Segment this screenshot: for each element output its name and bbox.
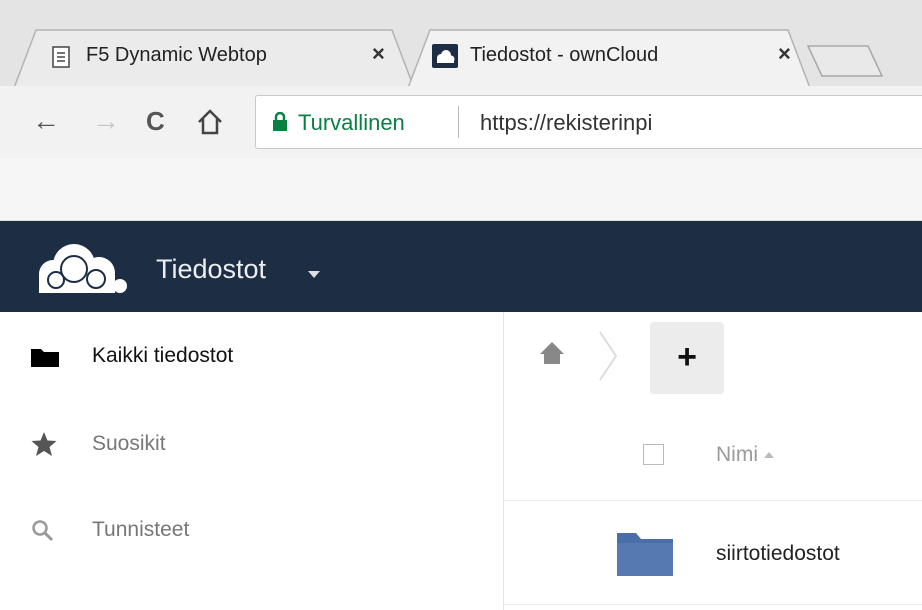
url-divider [458,106,459,138]
lock-icon [272,111,288,137]
sidebar-item-all-files[interactable]: Kaikki tiedostot [0,328,503,388]
new-tab-shape [806,45,884,77]
sidebar-item-label: Kaikki tiedostot [92,344,234,367]
page-icon [52,46,70,73]
forward-icon[interactable]: → [92,106,120,136]
column-header-name[interactable]: Nimi [716,443,758,467]
chevron-down-icon[interactable] [308,271,320,278]
select-all-checkbox[interactable] [643,444,664,465]
owncloud-favicon [432,44,458,73]
tab-title: F5 Dynamic Webtop [86,44,267,66]
close-icon[interactable]: × [372,41,385,67]
address-bar[interactable]: Turvallinen https://rekisterinpi [255,95,922,149]
sort-up-icon[interactable] [764,452,774,458]
close-icon[interactable]: × [778,41,791,67]
sidebar-item-tags[interactable]: Tunnisteet [0,502,503,562]
sidebar-item-favorites[interactable]: Suosikit [0,416,503,476]
breadcrumb-separator [596,330,622,387]
tab-f5-dynamic-webtop[interactable]: F5 Dynamic Webtop × [14,28,414,88]
folder-icon [616,529,674,582]
table-row[interactable]: siirtotiedostot [504,501,922,604]
secure-label: Turvallinen [298,110,405,135]
app-name[interactable]: Tiedostot [156,254,266,285]
search-icon [30,518,56,549]
back-icon[interactable]: ← [32,106,60,136]
home-icon[interactable] [538,340,566,371]
row-divider [504,604,922,605]
sidebar-item-label: Suosikit [92,432,166,455]
sidebar-item-label: Tunnisteet [92,518,190,541]
owncloud-logo-icon[interactable] [26,235,132,304]
tab-title: Tiedostot - ownCloud [470,44,659,66]
bookmarks-bar [0,158,922,221]
tab-strip: F5 Dynamic Webtop × Tiedostot - ownCloud… [0,0,922,88]
home-icon[interactable] [196,106,224,142]
sidebar: Kaikki tiedostot Suosikit Tunnisteet [0,312,504,610]
folder-icon [30,346,60,373]
new-button[interactable]: + [650,322,724,394]
new-tab-button[interactable] [806,28,886,88]
reload-icon[interactable]: C [146,106,165,136]
tab-tiedostot-owncloud[interactable]: Tiedostot - ownCloud × [408,28,810,88]
star-icon [30,430,58,463]
app-header: Tiedostot [0,221,922,312]
url-text[interactable]: https://rekisterinpi [480,110,652,136]
file-name[interactable]: siirtotiedostot [716,542,840,566]
